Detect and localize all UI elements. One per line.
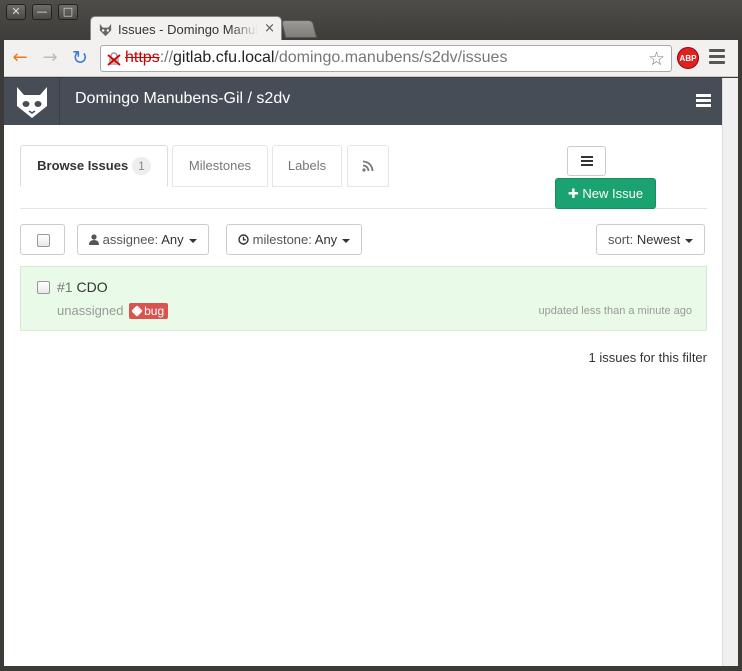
user-icon xyxy=(89,234,99,245)
milestone-filter-dropdown[interactable]: milestone: Any xyxy=(226,224,363,255)
assignee-filter-value: Any xyxy=(161,232,184,247)
insecure-lock-icon xyxy=(107,52,121,66)
milestone-filter-label: milestone: xyxy=(252,232,312,247)
url-host: gitlab.cfu.local xyxy=(173,49,275,66)
page-content: Domingo Manubens-Gil / s2dv Browse Issue… xyxy=(4,78,738,666)
gitlab-logo[interactable] xyxy=(4,78,60,125)
issue-number: #1 xyxy=(57,279,73,295)
issue-row[interactable]: #1 CDO unassigned bug updated less than … xyxy=(20,266,707,331)
tag-icon xyxy=(131,305,143,317)
issue-checkbox[interactable] xyxy=(37,281,50,294)
select-all-checkbox[interactable] xyxy=(37,234,50,247)
tab-labels-label: Labels xyxy=(287,158,327,173)
gitlab-header: Domingo Manubens-Gil / s2dv xyxy=(4,78,722,125)
tab-rss[interactable] xyxy=(347,145,389,187)
tab-close-icon[interactable]: × xyxy=(264,21,275,36)
list-view-button[interactable] xyxy=(567,146,606,176)
tab-milestones-label: Milestones xyxy=(188,158,252,173)
url-separator: :// xyxy=(159,49,174,66)
tab-labels[interactable]: Labels xyxy=(272,145,342,187)
new-tab-button[interactable] xyxy=(280,20,318,38)
issue-title: CDO xyxy=(76,279,108,295)
url-path: /domingo.manubens/s2dv/issues xyxy=(274,49,508,66)
issue-title-link[interactable]: #1 CDO xyxy=(57,279,108,295)
sort-dropdown[interactable]: sort: Newest xyxy=(596,224,706,255)
issue-assignee: unassigned xyxy=(57,303,124,318)
milestone-filter-value: Any xyxy=(314,232,338,247)
chevron-down-icon xyxy=(685,238,694,243)
tab-browse-issues-label: Browse Issues xyxy=(37,158,129,173)
window-titlebar: ✕ — □ Issues - Domingo Manubens-Gil / s2… xyxy=(0,0,742,42)
sort-label: sort: xyxy=(608,232,634,247)
gitlab-favicon-icon xyxy=(99,23,112,37)
new-issue-label: New Issue xyxy=(582,186,644,201)
assignee-filter-label: assignee: xyxy=(102,232,159,247)
page-scrollbar[interactable] xyxy=(722,78,738,666)
browser-menu-icon[interactable] xyxy=(709,49,725,65)
sort-value: Newest xyxy=(636,232,681,247)
tab-milestones[interactable]: Milestones xyxy=(172,145,268,187)
hamburger-menu-icon[interactable] xyxy=(696,94,711,108)
tab-browse-issues[interactable]: Browse Issues 1 xyxy=(20,145,168,187)
forward-arrow-icon[interactable]: → xyxy=(38,46,62,70)
issue-label-text: bug xyxy=(144,304,165,318)
window-minimize-button[interactable]: — xyxy=(32,4,52,20)
reload-icon[interactable]: ↻ xyxy=(68,46,92,70)
assignee-filter-dropdown[interactable]: assignee: Any xyxy=(77,224,209,255)
browser-tab-issues[interactable]: Issues - Domingo Manubens-Gil / s2dv × xyxy=(90,16,282,42)
address-bar[interactable]: https://gitlab.cfu.local/domingo.manuben… xyxy=(100,45,672,72)
browser-toolbar: ← → ↻ https://gitlab.cfu.local/domingo.m… xyxy=(4,40,738,77)
adblock-plus-icon[interactable]: ABP xyxy=(677,47,699,69)
plus-icon: ✚ xyxy=(567,186,579,201)
rss-icon xyxy=(362,160,374,172)
back-arrow-icon[interactable]: ← xyxy=(8,46,32,70)
window-maximize-button[interactable]: □ xyxy=(58,4,78,20)
new-issue-button[interactable]: ✚ New Issue xyxy=(555,178,656,209)
filter-result-count: 1 issues for this filter xyxy=(588,350,708,365)
chevron-down-icon xyxy=(342,238,351,243)
issue-updated-time: updated less than a minute ago xyxy=(538,305,692,317)
url-scheme: https xyxy=(125,49,160,66)
issue-label-bug[interactable]: bug xyxy=(129,303,169,319)
project-title[interactable]: Domingo Manubens-Gil / s2dv xyxy=(75,90,290,108)
bookmark-star-icon[interactable]: ☆ xyxy=(648,48,665,70)
address-url: https://gitlab.cfu.local/domingo.manuben… xyxy=(125,49,507,67)
browser-tab-title: Issues - Domingo Manubens-Gil / s2dv xyxy=(118,22,258,37)
window-close-button[interactable]: ✕ xyxy=(6,4,26,20)
clock-icon xyxy=(238,234,249,245)
chevron-down-icon xyxy=(188,238,197,243)
issues-count-badge: 1 xyxy=(132,157,151,175)
list-icon xyxy=(581,156,593,166)
issue-meta: unassigned bug xyxy=(57,303,169,319)
select-all-checkbox-button[interactable] xyxy=(20,224,65,255)
gitlab-logo-icon xyxy=(17,87,47,118)
